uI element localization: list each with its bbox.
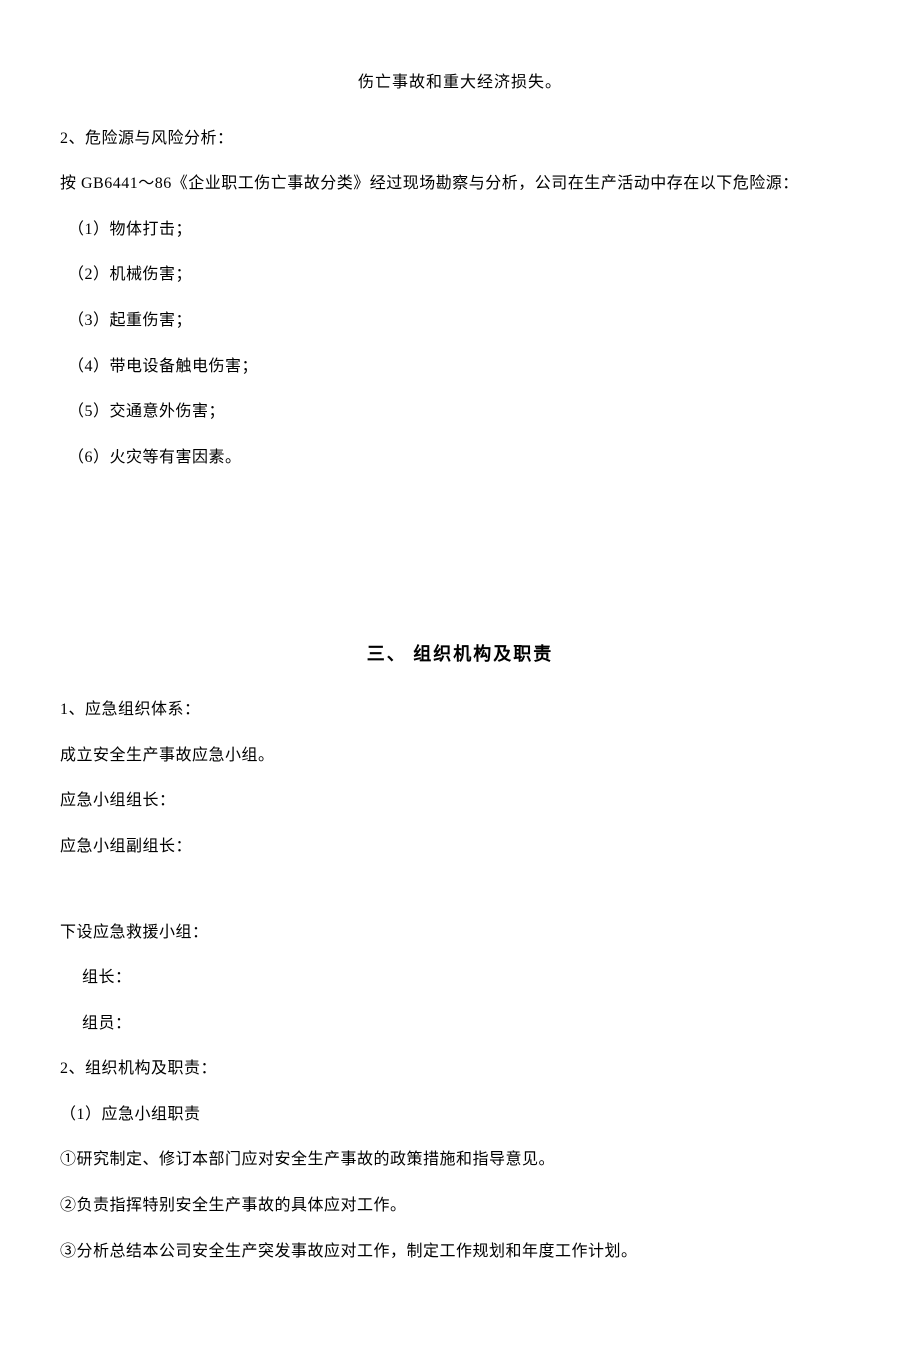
risk-intro: 按 GB6441～86《企业职工伤亡事故分类》经过现场勘察与分析，公司在生产活动… xyxy=(60,171,860,197)
risk-item-3: （3）起重伤害； xyxy=(60,308,860,334)
risk-item-6: （6）火灾等有害因素。 xyxy=(60,445,860,471)
subteam-line: 下设应急救援小组： xyxy=(60,920,860,946)
duty-item-1: ①研究制定、修订本部门应对安全生产事故的政策措施和指导意见。 xyxy=(60,1147,860,1173)
risk-heading: 2、危险源与风险分析： xyxy=(60,126,860,152)
org-line-3: 应急小组副组长： xyxy=(60,834,860,860)
duty-sub: （1）应急小组职责 xyxy=(60,1102,860,1128)
duty-item-2: ②负责指挥特别安全生产事故的具体应对工作。 xyxy=(60,1193,860,1219)
spacer xyxy=(60,880,860,920)
risk-item-1: （1）物体打击； xyxy=(60,217,860,243)
org-line-1: 成立安全生产事故应急小组。 xyxy=(60,743,860,769)
org-heading: 1、应急组织体系： xyxy=(60,697,860,723)
duty-item-3: ③分析总结本公司安全生产突发事故应对工作，制定工作规划和年度工作计划。 xyxy=(60,1239,860,1265)
top-center-text: 伤亡事故和重大经济损失。 xyxy=(60,70,860,96)
subteam-member: 组员： xyxy=(60,1011,860,1037)
duty-heading: 2、组织机构及职责： xyxy=(60,1056,860,1082)
section-3-title: 三、 组织机构及职责 xyxy=(60,640,860,669)
risk-item-5: （5）交通意外伤害； xyxy=(60,399,860,425)
subteam-leader: 组长： xyxy=(60,965,860,991)
risk-item-2: （2）机械伤害； xyxy=(60,262,860,288)
org-line-2: 应急小组组长： xyxy=(60,788,860,814)
risk-item-4: （4）带电设备触电伤害； xyxy=(60,354,860,380)
